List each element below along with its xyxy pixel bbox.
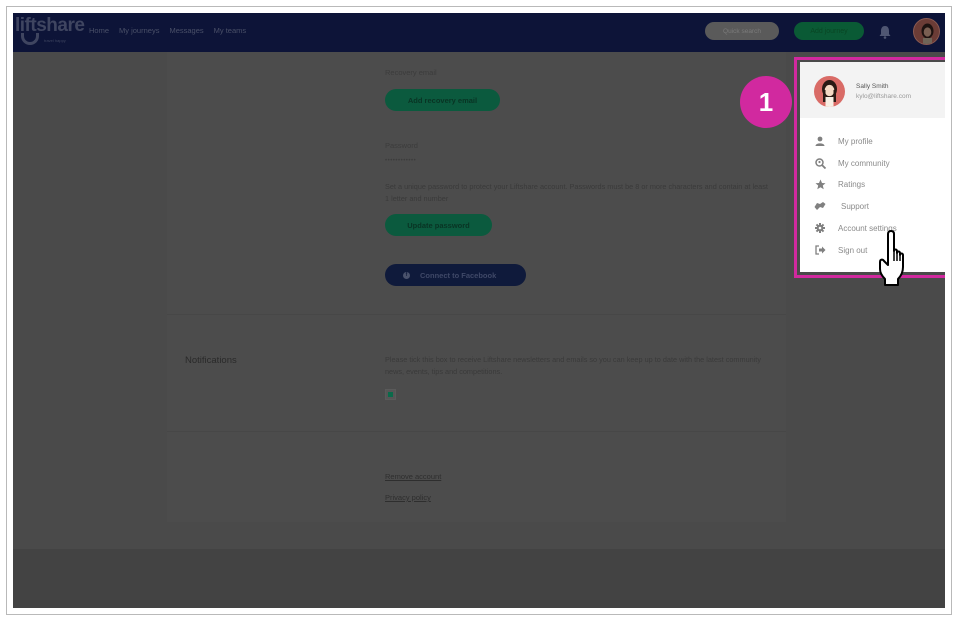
section-divider [167, 314, 786, 315]
gear-icon [814, 222, 826, 234]
password-label: Password [385, 141, 418, 150]
user-icon [814, 135, 826, 147]
main-nav: Home My journeys Messages My teams [89, 26, 246, 35]
menu-item-my-community[interactable]: My community [800, 154, 945, 172]
menu-item-label: Support [841, 201, 870, 211]
nav-my-journeys[interactable]: My journeys [119, 26, 159, 35]
privacy-policy-link[interactable]: Privacy policy [385, 493, 431, 502]
logo-tagline: travel happy [44, 38, 66, 43]
top-navbar: liftshare travel happy Home My journeys … [13, 13, 945, 52]
menu-item-my-profile[interactable]: My profile [800, 132, 945, 150]
menu-item-label: Sign out [838, 245, 868, 255]
menu-item-ratings[interactable]: Ratings [800, 175, 945, 193]
nav-messages[interactable]: Messages [169, 26, 203, 35]
menu-item-support[interactable]: Support [800, 197, 945, 215]
menu-item-label: My community [838, 158, 890, 168]
notifications-bell-icon[interactable] [879, 25, 891, 39]
notifications-heading: Notifications [185, 355, 237, 366]
connect-facebook-button[interactable]: f Connect to Facebook [385, 264, 526, 286]
logo-smile-icon [21, 33, 39, 45]
section-divider [167, 431, 786, 432]
sign-out-icon [814, 244, 826, 256]
search-community-icon [814, 157, 826, 169]
page-footer [13, 549, 945, 608]
newsletter-checkbox[interactable] [385, 389, 396, 400]
password-help-text: Set a unique password to protect your Li… [385, 182, 768, 203]
user-menu-name: Sally Smith [856, 83, 889, 90]
add-journey-button[interactable]: Add journey [794, 22, 864, 40]
star-icon [814, 178, 826, 190]
menu-item-label: My profile [838, 136, 873, 146]
update-password-button[interactable]: Update password [385, 214, 492, 236]
recovery-email-label: Recovery email [385, 68, 437, 77]
menu-item-account-settings[interactable]: Account settings [800, 219, 945, 237]
quick-search-button[interactable]: Quick search [705, 22, 779, 40]
user-menu-email: kylo@liftshare.com [856, 93, 912, 100]
password-masked-value: •••••••••••• [385, 158, 417, 164]
checkbox-checked-mark [388, 392, 393, 397]
step-number-badge: 1 [740, 76, 792, 128]
nav-my-teams[interactable]: My teams [214, 26, 247, 35]
user-dropdown-menu: Sally Smith kylo@liftshare.com My profil… [800, 62, 945, 272]
notifications-description: Please tick this box to receive Liftshar… [385, 355, 761, 376]
handshake-icon [814, 200, 826, 212]
app-window: liftshare travel happy Home My journeys … [13, 13, 945, 608]
user-avatar-button[interactable] [913, 18, 940, 45]
connect-facebook-label: Connect to Facebook [420, 270, 497, 280]
liftshare-logo[interactable]: liftshare travel happy [15, 15, 85, 49]
menu-item-sign-out[interactable]: Sign out [800, 241, 945, 259]
menu-item-label: Ratings [838, 179, 866, 189]
account-settings-panel: Recovery email Add recovery email Passwo… [167, 52, 786, 522]
user-menu-avatar [814, 76, 845, 107]
hand-pointer-cursor-icon [879, 229, 921, 287]
nav-home[interactable]: Home [89, 26, 109, 35]
facebook-icon: f [403, 271, 410, 279]
add-recovery-email-button[interactable]: Add recovery email [385, 89, 500, 111]
user-menu-header: Sally Smith kylo@liftshare.com [800, 62, 945, 118]
remove-account-link[interactable]: Remove account [385, 472, 441, 481]
